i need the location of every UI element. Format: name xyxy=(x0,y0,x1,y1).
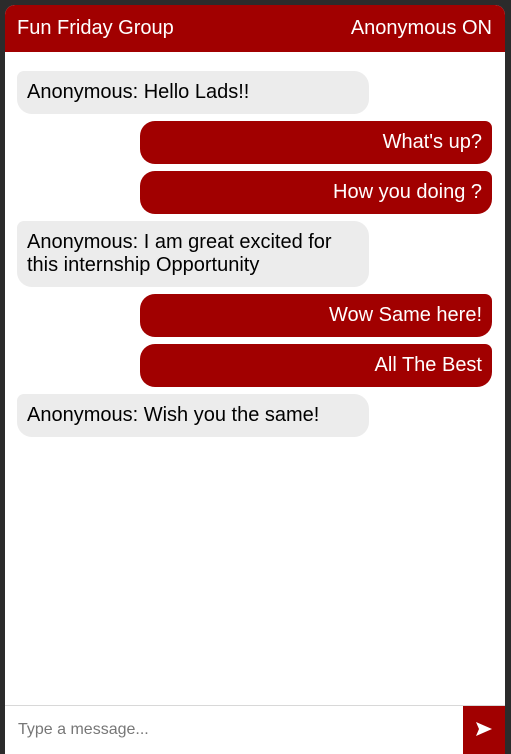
message-input[interactable] xyxy=(5,706,463,754)
outgoing-message-bubble: How you doing ? xyxy=(140,171,492,214)
anonymous-toggle[interactable]: Anonymous ON xyxy=(351,17,492,40)
chat-window: Fun Friday Group Anonymous ON Anonymous:… xyxy=(5,5,505,754)
message-row: Anonymous: I am great excited for this i… xyxy=(17,221,492,287)
message-row: How you doing ? xyxy=(17,171,492,214)
group-title: Fun Friday Group xyxy=(17,17,174,39)
message-row: Anonymous: Wish you the same! xyxy=(17,394,492,437)
send-arrow-icon xyxy=(476,721,492,739)
outgoing-message-bubble: Wow Same here! xyxy=(140,294,492,337)
message-row: Anonymous: Hello Lads!! xyxy=(17,71,492,114)
chat-header: Fun Friday Group Anonymous ON xyxy=(5,5,505,52)
outgoing-message-bubble: All The Best xyxy=(140,344,492,387)
incoming-message-bubble: Anonymous: I am great excited for this i… xyxy=(17,221,369,287)
send-button[interactable] xyxy=(463,706,505,754)
message-composer xyxy=(5,705,505,754)
incoming-message-bubble: Anonymous: Wish you the same! xyxy=(17,394,369,437)
message-list[interactable]: Anonymous: Hello Lads!! What's up? How y… xyxy=(5,52,505,705)
message-row: Wow Same here! xyxy=(17,294,492,337)
outgoing-message-bubble: What's up? xyxy=(140,121,492,164)
incoming-message-bubble: Anonymous: Hello Lads!! xyxy=(17,71,369,114)
message-row: What's up? xyxy=(17,121,492,164)
message-row: All The Best xyxy=(17,344,492,387)
